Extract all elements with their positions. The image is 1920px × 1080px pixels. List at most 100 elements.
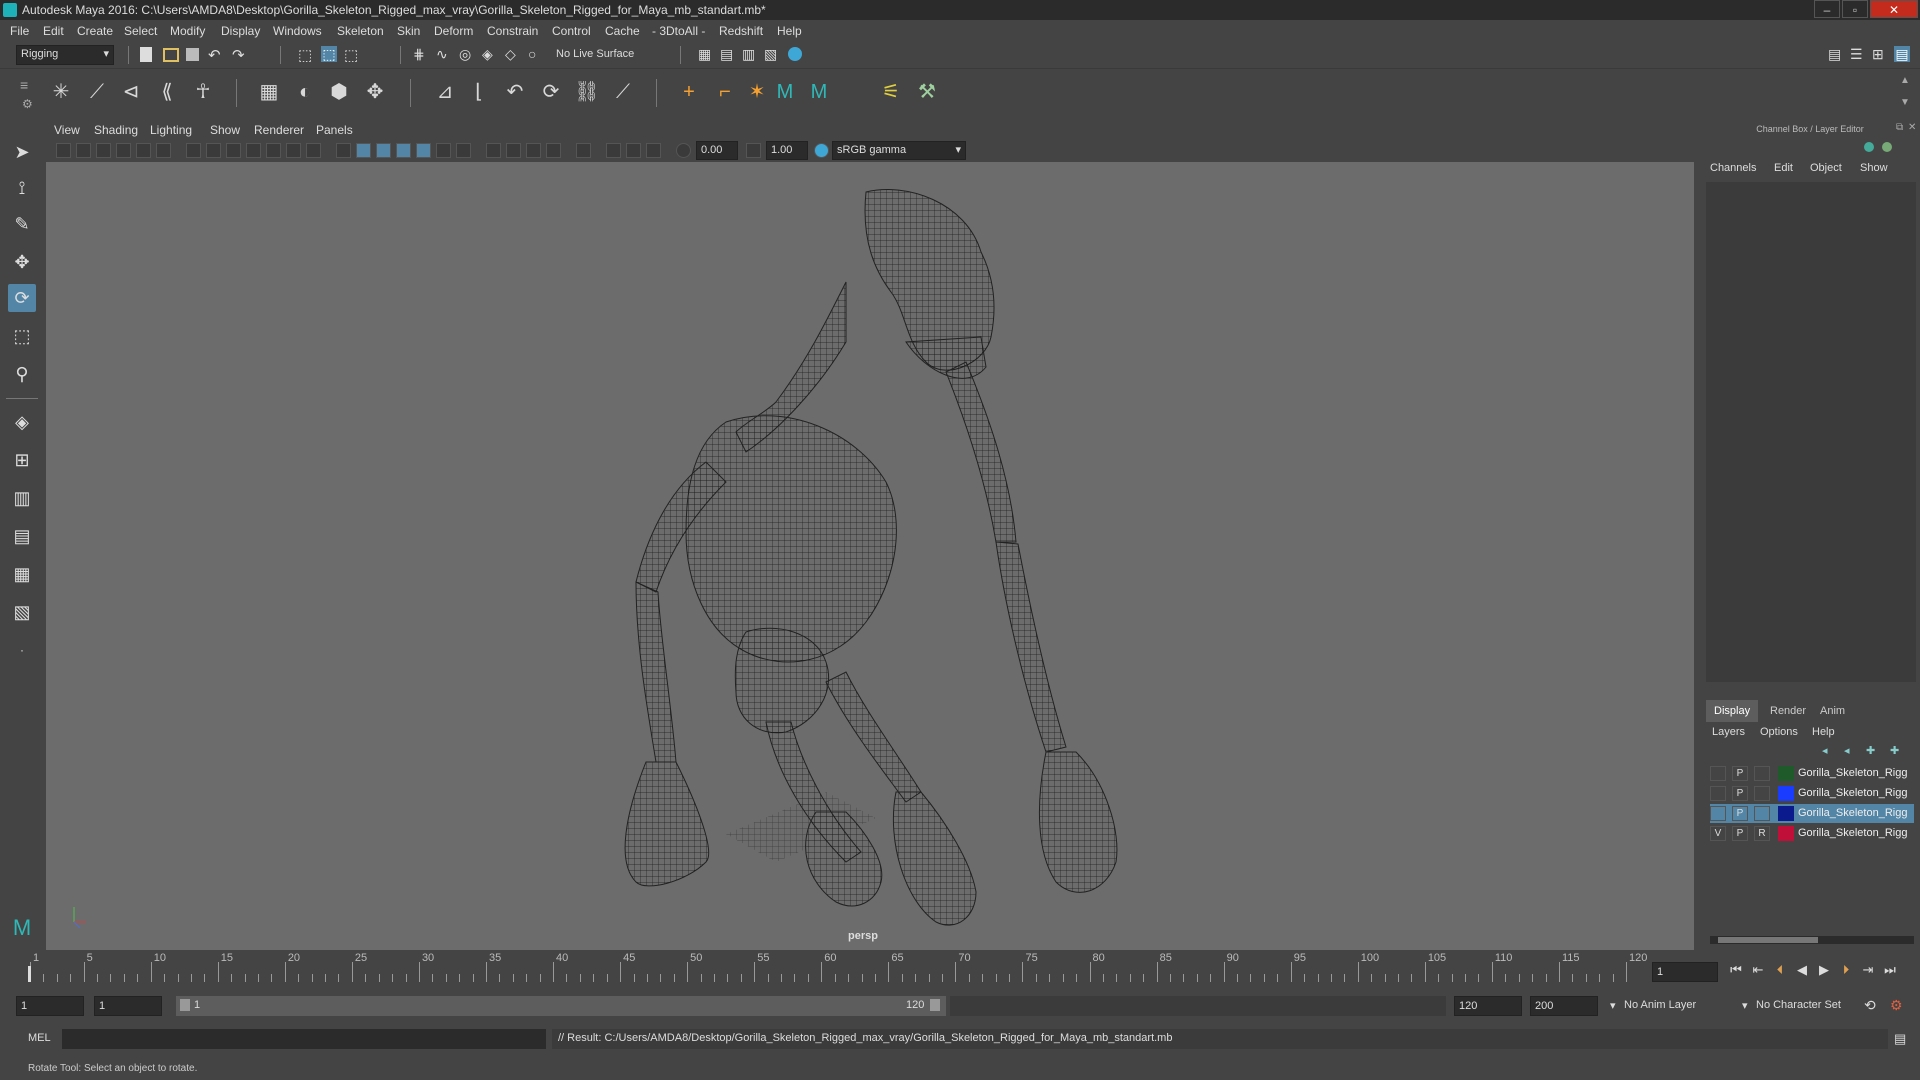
menu-control[interactable]: Control xyxy=(552,24,591,38)
two-d-pan-zoom-icon[interactable] xyxy=(136,143,151,158)
xray-active-components-icon[interactable] xyxy=(626,143,641,158)
quick-rig-icon[interactable]: ☥ xyxy=(190,79,216,105)
perspective-viewport[interactable]: persp xyxy=(46,162,1694,950)
move-tool-icon[interactable]: ✥ xyxy=(8,248,36,276)
playback-end-field[interactable]: 120 xyxy=(1454,996,1522,1016)
use-all-lights-icon[interactable] xyxy=(436,143,451,158)
pole-vector-icon[interactable]: ⟋ xyxy=(610,79,636,105)
playback-start-field[interactable]: 1 xyxy=(94,996,162,1016)
shelf-settings-icon[interactable]: ⚙ xyxy=(22,97,33,111)
snap-surface-icon[interactable]: ◇ xyxy=(505,46,521,62)
viewport-menu-renderer[interactable]: Renderer xyxy=(254,123,304,137)
layer-playback-toggle[interactable]: P xyxy=(1732,826,1748,841)
menu-display[interactable]: Display xyxy=(221,24,260,38)
render-current-icon[interactable]: ▤ xyxy=(720,46,736,62)
wire-deformer-icon[interactable]: ⚒ xyxy=(914,79,940,105)
layer-row[interactable]: P Gorilla_Skeleton_Rigg xyxy=(1710,764,1914,783)
insert-joint-icon[interactable]: ⟋ xyxy=(84,79,110,105)
channel-box-toggle-icon[interactable] xyxy=(1864,142,1874,152)
wireframe-icon[interactable] xyxy=(336,143,351,158)
new-layer-icon[interactable]: ✚ xyxy=(1866,744,1875,757)
layer-menu-layers[interactable]: Layers xyxy=(1712,726,1745,738)
new-layer-selected-icon[interactable]: ✚ xyxy=(1890,744,1899,757)
multisample-aa-icon[interactable] xyxy=(526,143,541,158)
exposure-field[interactable]: 0.00 xyxy=(696,141,738,160)
layer-visibility-toggle[interactable]: V xyxy=(1710,826,1726,841)
layer-reference-toggle[interactable]: R xyxy=(1754,826,1770,841)
orient-constraint-icon[interactable]: ⟳ xyxy=(538,79,564,105)
anim-layer-dropdown[interactable]: No Anim Layer ▾ xyxy=(1610,996,1744,1016)
viewport-menu-show[interactable]: Show xyxy=(210,123,240,137)
ik-handle-icon[interactable]: ⊿ xyxy=(432,79,458,105)
gamma-icon[interactable] xyxy=(746,143,761,158)
attribute-editor-icon[interactable]: ☰ xyxy=(1850,46,1866,62)
range-slider-track[interactable] xyxy=(950,996,1446,1016)
scene-start-field[interactable]: 1 xyxy=(16,996,84,1016)
animation-preferences-icon[interactable]: ⚙ xyxy=(1890,997,1903,1014)
hypershade-icon[interactable] xyxy=(788,47,802,61)
rotate-tool-icon[interactable]: ⟳ xyxy=(8,284,36,312)
render-view-icon[interactable]: ▦ xyxy=(698,46,714,62)
persp-graph-layout-icon[interactable]: ▤ xyxy=(8,522,36,550)
locator-icon[interactable]: + xyxy=(676,79,702,105)
menu-cache[interactable]: Cache xyxy=(605,24,640,38)
shelf-scroll-up-icon[interactable]: ▲ xyxy=(1900,75,1910,86)
render-settings-icon[interactable]: ▧ xyxy=(764,46,780,62)
motion-blur-icon[interactable] xyxy=(506,143,521,158)
bookmark-icon[interactable] xyxy=(96,143,111,158)
gorilla-skeleton-mesh[interactable] xyxy=(624,189,1118,926)
gamma-field[interactable]: 1.00 xyxy=(766,141,808,160)
default-material-icon[interactable] xyxy=(376,143,391,158)
open-scene-icon[interactable] xyxy=(163,48,179,62)
layer-color-swatch[interactable] xyxy=(1778,766,1794,781)
cb-menu-edit[interactable]: Edit xyxy=(1774,162,1793,174)
gate-mask-icon[interactable] xyxy=(246,143,261,158)
layer-scroll-thumb[interactable] xyxy=(1718,937,1818,943)
go-to-end-icon[interactable]: ⏭ xyxy=(1882,962,1898,978)
hik-skeleton-icon[interactable]: ✶ xyxy=(744,79,770,105)
xray-icon[interactable] xyxy=(606,143,621,158)
create-joints-icon[interactable]: ✳ xyxy=(48,79,74,105)
persp-outliner-layout-icon[interactable]: ▥ xyxy=(8,484,36,512)
isolate-select-icon[interactable] xyxy=(576,143,591,158)
snap-point-icon[interactable]: ◎ xyxy=(459,46,475,62)
select-hierarchy-icon[interactable]: ⬚ xyxy=(298,46,314,64)
select-tool-icon[interactable]: ➤ xyxy=(8,138,36,166)
parent-constraint-icon[interactable]: ⛓ xyxy=(574,79,600,105)
menu-set-dropdown[interactable]: Rigging ▾ xyxy=(16,45,114,65)
image-plane-icon[interactable] xyxy=(116,143,131,158)
select-camera-icon[interactable] xyxy=(56,143,71,158)
smooth-shade-icon[interactable] xyxy=(356,143,371,158)
close-button[interactable]: ✕ xyxy=(1870,0,1918,18)
move-layer-up-icon[interactable]: ◂ xyxy=(1822,744,1828,757)
close-panel-icon[interactable]: ✕ xyxy=(1908,122,1916,133)
menu-modify[interactable]: Modify xyxy=(170,24,205,38)
lattice-icon[interactable]: ⬢ xyxy=(326,79,352,105)
point-constraint-icon[interactable]: ↶ xyxy=(502,79,528,105)
time-slider[interactable]: 1 5 10 15 20 25 30 35 40 45 50 55 60 65 70 75 80 85 90 95 10… xyxy=(28,952,1647,984)
maximize-button[interactable]: ▫ xyxy=(1842,0,1868,18)
hypershade-layout-icon[interactable]: ▦ xyxy=(8,560,36,588)
last-tool-icon[interactable]: ⚲ xyxy=(8,360,36,388)
menu-skeleton[interactable]: Skeleton xyxy=(337,24,384,38)
viewport-menu-view[interactable]: View xyxy=(54,123,80,137)
blend-shape-icon[interactable]: ⚟ xyxy=(878,79,904,105)
layer-menu-options[interactable]: Options xyxy=(1760,726,1798,738)
snap-center-icon[interactable]: ○ xyxy=(528,46,544,62)
viewport-menu-lighting[interactable]: Lighting xyxy=(150,123,192,137)
depth-of-field-icon[interactable] xyxy=(546,143,561,158)
cb-menu-show[interactable]: Show xyxy=(1860,162,1888,174)
step-back-key-icon[interactable]: ⇤ xyxy=(1750,962,1766,978)
undo-icon[interactable]: ↶ xyxy=(208,46,224,64)
current-frame-field[interactable]: 1 xyxy=(1652,962,1718,982)
attribute-toggle-icon[interactable] xyxy=(1882,142,1892,152)
play-forwards-icon[interactable]: ▶ xyxy=(1816,962,1832,978)
current-time-marker[interactable] xyxy=(28,966,31,982)
layer-color-swatch[interactable] xyxy=(1778,786,1794,801)
film-gate-icon[interactable] xyxy=(206,143,221,158)
minimize-button[interactable]: – xyxy=(1814,0,1840,18)
menu-create[interactable]: Create xyxy=(77,24,113,38)
play-backwards-icon[interactable]: ◀ xyxy=(1794,962,1810,978)
live-surface-field[interactable]: No Live Surface xyxy=(556,48,634,60)
menu-windows[interactable]: Windows xyxy=(273,24,322,38)
